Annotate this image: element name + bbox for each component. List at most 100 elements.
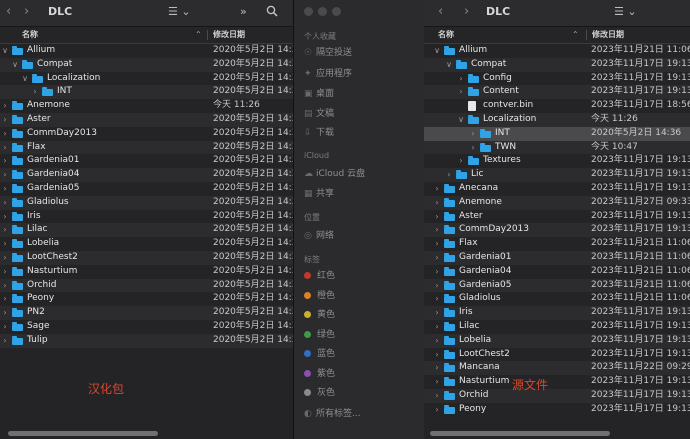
file-row[interactable]: › Tulip 2020年5月2日 14:3 — [0, 333, 293, 348]
forward-icon[interactable]: › — [464, 0, 469, 24]
list-view-icon[interactable]: ☰ ⌄ — [614, 0, 637, 24]
sidebar-item-network[interactable]: ◎ 网络 — [304, 228, 334, 241]
sidebar-tag-item[interactable]: 橙色 — [304, 288, 335, 301]
file-row[interactable]: › Gardenia04 2023年11月21日 11:06 — [424, 265, 690, 279]
file-row[interactable]: › Flax 2023年11月21日 11:06 — [424, 237, 690, 251]
file-row[interactable]: › Config 2023年11月17日 19:13 — [424, 72, 690, 86]
file-row[interactable]: › Orchid 2023年11月17日 19:13 — [424, 388, 690, 403]
file-row[interactable]: › Gladiolus 2023年11月21日 11:06 — [424, 292, 690, 306]
sidebar-tag-item[interactable]: 灰色 — [304, 385, 335, 398]
disclosure-collapsed-icon[interactable]: › — [432, 223, 442, 237]
sort-chevron-icon[interactable]: ⌃ — [572, 27, 579, 43]
sidebar-item-applications[interactable]: ✦ 应用程序 — [304, 66, 352, 79]
disclosure-expanded-icon[interactable]: ∨ — [10, 58, 20, 72]
horizontal-scrollbar[interactable] — [430, 431, 610, 436]
disclosure-collapsed-icon[interactable]: › — [432, 292, 442, 306]
disclosure-expanded-icon[interactable]: ∨ — [456, 113, 466, 127]
sidebar-item-desktop[interactable]: ▣ 桌面 — [304, 86, 334, 99]
file-row[interactable]: › CommDay2013 2020年5月2日 14:3 — [0, 127, 293, 141]
file-row[interactable]: › Lilac 2020年5月2日 14:3 — [0, 223, 293, 238]
disclosure-collapsed-icon[interactable]: › — [0, 154, 10, 168]
sort-chevron-icon[interactable]: ⌃ — [195, 27, 202, 43]
file-row[interactable]: ∨ Compat 2020年5月2日 14:3 — [0, 57, 293, 72]
disclosure-collapsed-icon[interactable]: › — [0, 292, 10, 306]
file-row[interactable]: › Gladiolus 2020年5月2日 14:3 — [0, 195, 293, 210]
file-row[interactable]: › Lilac 2023年11月17日 19:13 — [424, 320, 690, 334]
disclosure-collapsed-icon[interactable]: › — [0, 99, 10, 113]
disclosure-collapsed-icon[interactable]: › — [432, 251, 442, 265]
disclosure-collapsed-icon[interactable]: › — [432, 403, 442, 417]
disclosure-collapsed-icon[interactable]: › — [456, 154, 466, 168]
file-row[interactable]: › INT 2020年5月2日 14:36 — [424, 126, 690, 141]
disclosure-collapsed-icon[interactable]: › — [0, 182, 10, 196]
file-row[interactable]: ∨ Compat 2023年11月17日 19:13 — [424, 57, 690, 72]
disclosure-collapsed-icon[interactable]: › — [432, 375, 442, 389]
sidebar-item-airdrop[interactable]: ☉ 隔空投送 — [304, 45, 352, 58]
disclosure-collapsed-icon[interactable]: › — [0, 196, 10, 210]
file-row[interactable]: › Lobelia 2020年5月2日 14:3 — [0, 237, 293, 251]
disclosure-collapsed-icon[interactable]: › — [468, 141, 478, 155]
sidebar-item-documents[interactable]: ▤ 文稿 — [304, 106, 334, 119]
file-row[interactable]: › Iris 2020年5月2日 14:3 — [0, 210, 293, 224]
disclosure-collapsed-icon[interactable]: › — [432, 279, 442, 293]
disclosure-collapsed-icon[interactable]: › — [30, 85, 40, 99]
chevron-double-right-icon[interactable]: » — [240, 0, 247, 24]
close-traffic-light[interactable] — [304, 7, 313, 16]
file-row[interactable]: › LootChest2 2023年11月17日 19:13 — [424, 348, 690, 362]
sidebar-item-downloads[interactable]: ⇩ 下载 — [304, 125, 334, 138]
file-row[interactable]: › Aster 2020年5月2日 14:3 — [0, 112, 293, 127]
disclosure-collapsed-icon[interactable]: › — [0, 113, 10, 127]
file-row[interactable]: › Nasturtium 2023年11月17日 19:13 — [424, 375, 690, 389]
disclosure-collapsed-icon[interactable]: › — [0, 237, 10, 251]
file-row[interactable]: contver.bin 2023年11月17日 18:56 — [424, 99, 690, 113]
file-row[interactable]: › Gardenia01 2023年11月21日 11:06 — [424, 250, 690, 265]
date-column-header[interactable]: 修改日期 — [213, 27, 245, 43]
disclosure-collapsed-icon[interactable]: › — [0, 223, 10, 237]
forward-icon[interactable]: › — [24, 0, 29, 24]
sidebar-item-icloud-drive[interactable]: ☁ iCloud 云盘 — [304, 166, 365, 179]
search-icon[interactable] — [266, 0, 278, 24]
file-row[interactable]: › Peony 2020年5月2日 14:3 — [0, 292, 293, 306]
file-row[interactable]: › Anemone 今天 11:26 — [0, 99, 293, 113]
sidebar-tag-item[interactable]: 绿色 — [304, 327, 335, 340]
file-row[interactable]: › Anecana 2023年11月17日 19:13 — [424, 182, 690, 196]
sidebar-item-all-tags[interactable]: ◐ 所有标签... — [304, 406, 361, 419]
file-row[interactable]: › Orchid 2020年5月2日 14:3 — [0, 278, 293, 293]
sidebar-tag-item[interactable]: 红色 — [304, 268, 335, 281]
disclosure-collapsed-icon[interactable]: › — [0, 334, 10, 348]
disclosure-collapsed-icon[interactable]: › — [444, 168, 454, 182]
file-row[interactable]: ∨ Localization 2020年5月2日 14:3 — [0, 72, 293, 86]
file-row[interactable]: › Lobelia 2023年11月17日 19:13 — [424, 333, 690, 348]
disclosure-expanded-icon[interactable]: ∨ — [20, 72, 30, 86]
disclosure-collapsed-icon[interactable]: › — [432, 334, 442, 348]
disclosure-collapsed-icon[interactable]: › — [432, 361, 442, 375]
disclosure-collapsed-icon[interactable]: › — [0, 141, 10, 155]
disclosure-collapsed-icon[interactable]: › — [432, 389, 442, 403]
file-row[interactable]: › Textures 2023年11月17日 19:13 — [424, 154, 690, 168]
file-row[interactable]: › Gardenia05 2020年5月2日 14:3 — [0, 182, 293, 196]
sidebar-tag-item[interactable]: 紫色 — [304, 366, 335, 379]
file-row[interactable]: › Iris 2023年11月17日 19:13 — [424, 306, 690, 320]
disclosure-collapsed-icon[interactable]: › — [456, 72, 466, 86]
zoom-traffic-light[interactable] — [332, 7, 341, 16]
disclosure-collapsed-icon[interactable]: › — [0, 168, 10, 182]
file-row[interactable]: ∨ Allium 2023年11月21日 11:06 — [424, 44, 690, 58]
file-row[interactable]: › Gardenia04 2020年5月2日 14:3 — [0, 168, 293, 182]
file-row[interactable]: › Sage 2020年5月2日 14:3 — [0, 320, 293, 334]
disclosure-expanded-icon[interactable]: ∨ — [444, 58, 454, 72]
file-row[interactable]: ∨ Allium 2020年5月2日 14:3 — [0, 44, 293, 58]
file-row[interactable]: › Gardenia05 2023年11月21日 11:06 — [424, 278, 690, 293]
list-view-icon[interactable]: ☰ ⌄ — [168, 0, 191, 24]
file-row[interactable]: › Flax 2020年5月2日 14:3 — [0, 140, 293, 155]
disclosure-collapsed-icon[interactable]: › — [432, 306, 442, 320]
disclosure-collapsed-icon[interactable]: › — [432, 265, 442, 279]
disclosure-collapsed-icon[interactable]: › — [456, 85, 466, 99]
name-column-header[interactable]: 名称 — [22, 27, 38, 43]
disclosure-collapsed-icon[interactable]: › — [468, 127, 478, 141]
file-row[interactable]: › Aster 2023年11月17日 19:13 — [424, 210, 690, 224]
disclosure-collapsed-icon[interactable]: › — [0, 127, 10, 141]
file-row[interactable]: › PN2 2020年5月2日 14:3 — [0, 306, 293, 320]
file-row[interactable]: › CommDay2013 2023年11月17日 19:13 — [424, 223, 690, 238]
disclosure-collapsed-icon[interactable]: › — [432, 196, 442, 210]
file-row[interactable]: › Mancana 2023年11月22日 09:29 — [424, 361, 690, 376]
